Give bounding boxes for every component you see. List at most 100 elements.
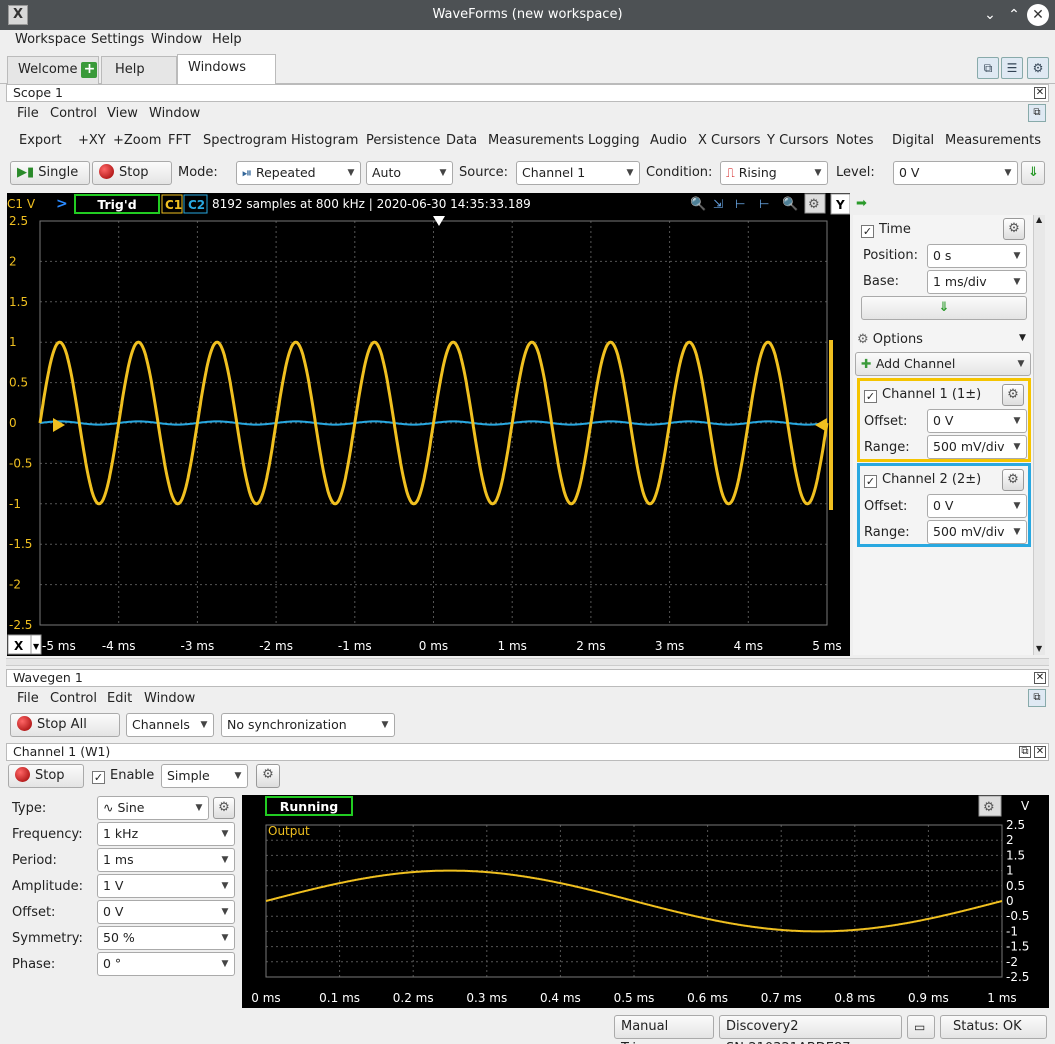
channel2-offset-input[interactable]: 0 V ▼ bbox=[927, 494, 1027, 518]
c1-offset-marker[interactable] bbox=[53, 418, 65, 432]
chevron-down-icon[interactable]: ▼ bbox=[33, 642, 40, 651]
device-icon[interactable]: ▭ bbox=[907, 1015, 935, 1039]
zoom-out-icon[interactable]: 🔍 bbox=[782, 195, 798, 212]
toolbar-fft[interactable]: FFT bbox=[168, 133, 191, 148]
cascade-icon[interactable]: ⧉ bbox=[977, 57, 999, 79]
toolbar-histogram[interactable]: Histogram bbox=[291, 133, 358, 148]
type-select[interactable]: ∿ Sine ▼ bbox=[97, 796, 209, 820]
stop-all-button[interactable]: Stop All bbox=[10, 713, 120, 737]
toolbar-digital[interactable]: Digital bbox=[892, 133, 934, 148]
wavegen-menu-edit[interactable]: Edit bbox=[107, 691, 132, 706]
close-icon[interactable]: ✕ bbox=[1034, 672, 1046, 684]
tab-windows[interactable]: Windows bbox=[177, 54, 276, 84]
wavegen-menu-file[interactable]: File bbox=[17, 691, 39, 706]
channel2-checkbox[interactable]: ✓ Channel 2 (2±) bbox=[864, 472, 981, 488]
single-button[interactable]: ▶▮ Single bbox=[10, 161, 90, 185]
auto-select[interactable]: Auto ▼ bbox=[366, 161, 453, 185]
wavegen-menu-control[interactable]: Control bbox=[50, 691, 97, 706]
side-scrollbar[interactable]: ▲ ▼ bbox=[1033, 215, 1045, 655]
period-input[interactable]: 1 ms ▼ bbox=[97, 848, 235, 872]
toolbar-measurements-2[interactable]: Measurements bbox=[945, 133, 1041, 148]
plus-icon[interactable]: + bbox=[81, 61, 98, 78]
status-button[interactable]: Status: OK bbox=[940, 1015, 1047, 1039]
gear-icon[interactable]: ⚙ bbox=[256, 764, 280, 788]
tile-icon[interactable]: ☰ bbox=[1001, 57, 1023, 79]
toolbar-data[interactable]: Data bbox=[446, 133, 477, 148]
channel2-range-input[interactable]: 500 mV/div ▼ bbox=[927, 520, 1027, 544]
splitter-handle[interactable] bbox=[6, 658, 1049, 666]
toolbar-spectrogram[interactable]: Spectrogram bbox=[203, 133, 287, 148]
stop-button[interactable]: Stop bbox=[92, 161, 172, 185]
wavegen-plot[interactable]: Running ⚙ V Output 2.5 2 1.5 1 0.5 0 -0.5 -1 -1.… bbox=[242, 795, 1049, 1008]
menu-workspace[interactable]: Workspace bbox=[15, 32, 86, 47]
wavegen-menu-window[interactable]: Window bbox=[144, 691, 195, 706]
restore-icon[interactable]: ⧉ bbox=[1019, 746, 1031, 758]
scope-plot[interactable]: C1 V > Trig'd C1 C2 8192 samples at 800 … bbox=[7, 193, 851, 656]
phase-input[interactable]: 0 ° ▼ bbox=[97, 952, 235, 976]
maximize-icon[interactable]: ⌃ bbox=[1003, 4, 1025, 26]
chevron-down-icon[interactable]: ▼ bbox=[1036, 644, 1042, 653]
gear-icon[interactable]: ⚙ bbox=[1002, 384, 1024, 406]
gear-icon[interactable]: ⚙ bbox=[213, 797, 235, 819]
gear-icon[interactable]: ⚙ bbox=[1003, 218, 1025, 240]
tab-welcome[interactable]: Welcome + bbox=[7, 56, 99, 84]
gear-icon[interactable]: ⚙ bbox=[808, 197, 820, 212]
toolbar-logging[interactable]: Logging bbox=[588, 133, 640, 148]
position-input[interactable]: 0 s ▼ bbox=[927, 244, 1027, 268]
scope-menu-control[interactable]: Control bbox=[50, 106, 97, 121]
menu-settings[interactable]: Settings bbox=[91, 32, 144, 47]
channel1-offset-input[interactable]: 0 V ▼ bbox=[927, 409, 1027, 433]
zoom-y-icon[interactable]: ⊢ bbox=[759, 197, 769, 211]
zoom-icon[interactable]: 🔍 bbox=[690, 195, 706, 212]
channel1-checkbox[interactable]: ✓ Channel 1 (1±) bbox=[864, 387, 981, 403]
wavegen-stop-button[interactable]: Stop bbox=[8, 764, 84, 788]
options-button[interactable]: ⚙ Options bbox=[857, 332, 923, 347]
minimize-icon[interactable]: ⌄ bbox=[979, 4, 1001, 26]
toolbar-measurements[interactable]: Measurements bbox=[488, 133, 584, 148]
channels-select[interactable]: Channels ▼ bbox=[126, 713, 214, 737]
symmetry-input[interactable]: 50 % ▼ bbox=[97, 926, 235, 950]
panel-arrow-icon[interactable]: ➡ bbox=[856, 196, 867, 211]
amplitude-input[interactable]: 1 V ▼ bbox=[97, 874, 235, 898]
settings-icon[interactable]: ⚙ bbox=[1027, 57, 1049, 79]
scope-plot-svg[interactable]: C1 V > Trig'd C1 C2 8192 samples at 800 … bbox=[7, 193, 851, 656]
menu-help[interactable]: Help bbox=[212, 32, 242, 47]
wavegen-plot-svg[interactable]: Running ⚙ V Output 2.521.5 10.50-0.5-1 -1.… bbox=[242, 795, 1049, 1008]
time-apply-button[interactable]: ⇓ bbox=[861, 296, 1027, 320]
toolbar-audio[interactable]: Audio bbox=[650, 133, 687, 148]
close-icon[interactable]: ✕ bbox=[1034, 746, 1046, 758]
time-checkbox[interactable]: ✓ Time bbox=[861, 222, 911, 238]
tab-help[interactable]: Help bbox=[101, 56, 177, 84]
toolbar-zoom[interactable]: +Zoom bbox=[113, 133, 161, 148]
mode-select[interactable]: ⏯ Repeated ▼ bbox=[236, 161, 361, 185]
sync-select[interactable]: No synchronization ▼ bbox=[221, 713, 395, 737]
toolbar-xy[interactable]: +XY bbox=[78, 133, 106, 148]
add-channel-button[interactable]: ✚ Add Channel ▼ bbox=[855, 352, 1031, 376]
undock-icon[interactable]: ⧉ bbox=[1028, 689, 1046, 707]
toolbar-x-cursors[interactable]: X Cursors bbox=[698, 133, 761, 148]
chevron-down-icon[interactable]: ▼ bbox=[1019, 333, 1026, 343]
scope-menu-view[interactable]: View bbox=[107, 106, 138, 121]
scope-menu-file[interactable]: File bbox=[17, 106, 39, 121]
chevron-up-icon[interactable]: ▲ bbox=[1036, 215, 1042, 224]
undock-icon[interactable]: ⧉ bbox=[1028, 104, 1046, 122]
manual-trigger-button[interactable]: Manual Trigger bbox=[614, 1015, 714, 1044]
enable-checkbox[interactable]: ✓ Enable bbox=[92, 768, 154, 784]
level-input[interactable]: 0 V ▼ bbox=[893, 161, 1018, 185]
offset-input[interactable]: 0 V ▼ bbox=[97, 900, 235, 924]
toolbar-y-cursors[interactable]: Y Cursors bbox=[767, 133, 829, 148]
base-input[interactable]: 1 ms/div ▼ bbox=[927, 270, 1027, 294]
toolbar-notes[interactable]: Notes bbox=[836, 133, 874, 148]
zoom-x-icon[interactable]: ⊢ bbox=[735, 197, 745, 211]
chevron-right-icon[interactable]: > bbox=[56, 196, 68, 212]
wavegen-mode-select[interactable]: Simple ▼ bbox=[161, 764, 248, 788]
source-select[interactable]: Channel 1 ▼ bbox=[516, 161, 640, 185]
device-button[interactable]: Discovery2 SN:210321ABDE87 bbox=[719, 1015, 902, 1044]
c2-tag[interactable]: C2 bbox=[188, 198, 205, 212]
menu-window[interactable]: Window bbox=[151, 32, 202, 47]
close-icon[interactable]: ✕ bbox=[1027, 4, 1049, 26]
scope-menu-window[interactable]: Window bbox=[149, 106, 200, 121]
toolbar-export[interactable]: Export bbox=[19, 133, 62, 148]
condition-select[interactable]: ⎍ Rising ▼ bbox=[720, 161, 828, 185]
zoom-fit-icon[interactable]: ⇲ bbox=[713, 197, 723, 211]
